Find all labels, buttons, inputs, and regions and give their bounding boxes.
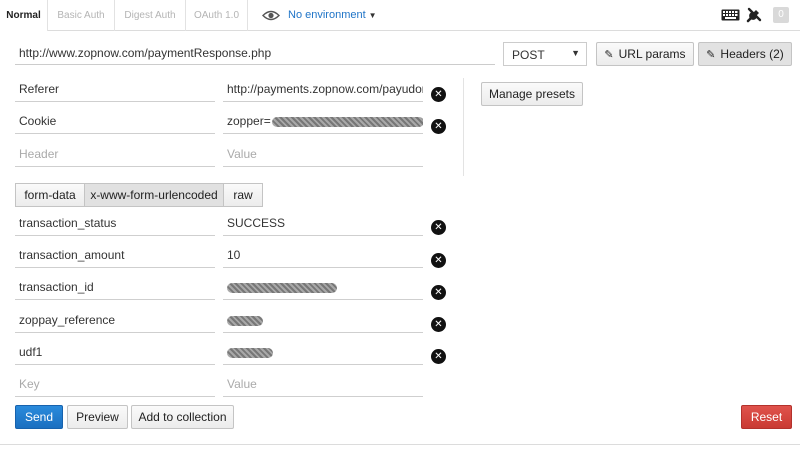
- url-input[interactable]: [15, 41, 495, 65]
- chevron-down-icon: ▼: [571, 48, 580, 58]
- chevron-down-icon: ▼: [368, 11, 377, 20]
- body-key[interactable]: udf1: [15, 341, 215, 365]
- remove-icon[interactable]: ✕: [431, 253, 446, 268]
- eye-icon: [262, 10, 280, 21]
- method-label: POST: [512, 48, 545, 62]
- panel-divider: [463, 78, 464, 176]
- headers-button[interactable]: ✎ Headers (2): [698, 42, 792, 66]
- redacted-value: [227, 347, 273, 358]
- tools-icon[interactable]: [746, 7, 762, 23]
- preview-button[interactable]: Preview: [67, 405, 128, 429]
- environment-label: No environment: [288, 9, 366, 21]
- remove-icon[interactable]: ✕: [431, 349, 446, 364]
- tab-basic-auth[interactable]: Basic Auth: [48, 0, 115, 31]
- environment-select[interactable]: No environment ▼: [288, 9, 377, 21]
- body-key[interactable]: transaction_status: [15, 212, 215, 236]
- body-value-placeholder[interactable]: Value: [223, 373, 423, 397]
- body-value[interactable]: SUCCESS: [223, 212, 423, 236]
- body-key[interactable]: transaction_amount: [15, 244, 215, 268]
- keyboard-icon[interactable]: [721, 7, 740, 23]
- tab-oauth[interactable]: OAuth 1.0: [186, 0, 248, 31]
- top-bar: Normal Basic Auth Digest Auth OAuth 1.0 …: [0, 0, 800, 31]
- header-value[interactable]: http://payments.zopnow.com/payudone: [223, 78, 423, 102]
- redacted-value: [271, 116, 423, 127]
- edit-icon: ✎: [706, 49, 716, 61]
- header-value[interactable]: zopper=: [223, 110, 423, 134]
- tab-normal[interactable]: Normal: [0, 0, 48, 31]
- body-value[interactable]: [223, 276, 423, 300]
- reset-button[interactable]: Reset: [741, 405, 792, 429]
- body-key-placeholder[interactable]: Key: [15, 373, 215, 397]
- send-button[interactable]: Send: [15, 405, 63, 429]
- body-key[interactable]: transaction_id: [15, 276, 215, 300]
- tab-raw[interactable]: raw: [223, 183, 263, 207]
- header-key[interactable]: Cookie: [15, 110, 215, 134]
- add-to-collection-button[interactable]: Add to collection: [131, 405, 234, 429]
- body-key[interactable]: zoppay_reference: [15, 309, 215, 333]
- manage-presets-button[interactable]: Manage presets: [481, 82, 583, 106]
- tab-digest-auth[interactable]: Digest Auth: [115, 0, 186, 31]
- redacted-value: [227, 315, 263, 326]
- url-params-label: URL params: [618, 47, 686, 61]
- remove-icon[interactable]: ✕: [431, 317, 446, 332]
- bottom-divider: [0, 444, 800, 445]
- header-key-placeholder[interactable]: Header: [15, 143, 215, 167]
- remove-icon[interactable]: ✕: [431, 220, 446, 235]
- header-key[interactable]: Referer: [15, 78, 215, 102]
- url-params-button[interactable]: ✎ URL params: [596, 42, 694, 66]
- header-value-text: zopper=: [227, 114, 271, 128]
- body-value[interactable]: [223, 309, 423, 333]
- header-value-placeholder[interactable]: Value: [223, 143, 423, 167]
- tab-form-data[interactable]: form-data: [15, 183, 85, 207]
- remove-icon[interactable]: ✕: [431, 87, 446, 102]
- body-value[interactable]: [223, 341, 423, 365]
- edit-icon: ✎: [604, 49, 614, 61]
- method-select[interactable]: POST ▼: [503, 42, 587, 66]
- redacted-value: [227, 282, 337, 293]
- notification-badge[interactable]: 0: [773, 7, 789, 23]
- remove-icon[interactable]: ✕: [431, 119, 446, 134]
- remove-icon[interactable]: ✕: [431, 285, 446, 300]
- headers-label: Headers (2): [720, 47, 784, 61]
- body-value[interactable]: 10: [223, 244, 423, 268]
- tab-urlencoded[interactable]: x-www-form-urlencoded: [84, 183, 224, 207]
